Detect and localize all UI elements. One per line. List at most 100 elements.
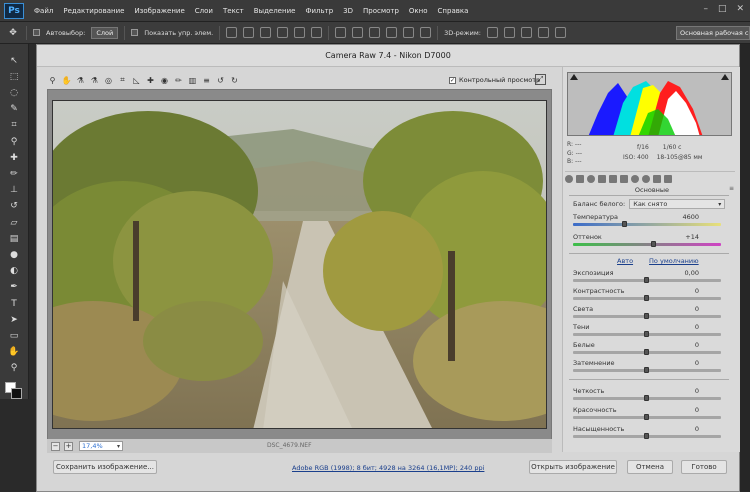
menu-file[interactable]: Файл [34,7,53,15]
menu-image[interactable]: Изображение [134,7,184,15]
workspace-select[interactable]: Основная рабочая среда [676,26,750,40]
slider-thumb[interactable] [644,349,649,355]
preferences-icon[interactable]: ≡ [201,75,212,86]
zoom-tool-icon[interactable]: ⚲ [7,362,21,375]
autoselect-checkbox[interactable] [33,29,40,36]
spot-removal-icon[interactable]: ✚ [145,75,156,86]
menu-select[interactable]: Выделение [254,7,296,15]
cancel-button[interactable]: Отмена [627,460,673,474]
slider-value[interactable]: 0 [695,359,699,367]
zoom-select[interactable]: 17,4% ▾ [79,441,123,451]
slider-value[interactable]: 0 [695,287,699,295]
slider-value[interactable]: 0 [695,387,699,395]
done-button[interactable]: Готово [681,460,727,474]
distribute-right-icon[interactable] [420,27,432,38]
menu-filter[interactable]: Фильтр [305,7,333,15]
graduated-filter-icon[interactable]: ▥ [187,75,198,86]
slider-track[interactable] [573,223,721,226]
hand-icon[interactable]: ✋ [61,75,72,86]
slider-thumb[interactable] [644,295,649,301]
menu-help[interactable]: Справка [438,7,469,15]
slider-thumb[interactable] [644,367,649,373]
path-select-tool-icon[interactable]: ➤ [7,313,21,326]
distribute-bottom-icon[interactable] [369,27,381,38]
slider-thumb[interactable] [644,414,649,420]
maximize-icon[interactable]: □ [718,4,727,14]
slider-value[interactable]: 0 [695,406,699,414]
tab-tone-curve-icon[interactable] [576,174,584,183]
slider-thumb[interactable] [644,331,649,337]
dodge-tool-icon[interactable]: ◐ [7,265,21,278]
slider-value[interactable]: 0 [695,305,699,313]
distribute-left-icon[interactable] [386,27,398,38]
shape-tool-icon[interactable]: ▭ [7,329,21,342]
tab-hsl-icon[interactable] [598,174,606,183]
background-color-swatch[interactable] [11,388,22,400]
color-sampler-icon[interactable]: ⚗ [89,75,100,86]
tab-detail-icon[interactable] [587,174,595,183]
red-eye-icon[interactable]: ◉ [159,75,170,86]
crop-tool-icon[interactable]: ⌗ [7,119,21,132]
3d-slide-icon[interactable] [537,27,549,38]
menu-type[interactable]: Текст [223,7,244,15]
preview-check-icon[interactable]: ✓ [449,76,456,84]
slider-value[interactable]: 0 [695,341,699,349]
history-brush-tool-icon[interactable]: ↺ [7,200,21,213]
tab-lens-corrections-icon[interactable] [620,174,628,183]
targeted-adjustment-icon[interactable]: ◎ [103,75,114,86]
distribute-top-icon[interactable] [335,27,347,38]
slider-thumb[interactable] [644,313,649,319]
tab-snapshots-icon[interactable] [664,174,672,183]
adjustment-brush-icon[interactable]: ✏ [173,75,184,86]
align-left-icon[interactable] [277,27,289,38]
slider-value[interactable]: 0 [695,425,699,433]
align-top-icon[interactable] [226,27,238,38]
default-link[interactable]: По умолчанию [649,257,699,265]
menu-layer[interactable]: Слои [195,7,213,15]
open-image-button[interactable]: Открыть изображение [529,460,617,474]
3d-roll-icon[interactable] [503,27,515,38]
3d-pan-icon[interactable] [520,27,532,38]
autoselect-select[interactable]: Слой [91,26,119,39]
show-controls-checkbox[interactable] [131,29,139,36]
menu-window[interactable]: Окно [409,7,428,15]
slider-thumb[interactable] [651,241,657,247]
align-vcenter-icon[interactable] [243,27,255,38]
rotate-left-icon[interactable]: ↺ [215,75,226,86]
zoom-icon[interactable]: ⚲ [47,75,58,86]
slider-value[interactable]: +14 [685,233,699,241]
slider-thumb[interactable] [644,277,649,283]
lasso-tool-icon[interactable]: ◌ [7,86,21,99]
slider-value[interactable]: 0,00 [685,269,699,277]
straighten-icon[interactable]: ◺ [131,75,142,86]
menu-3d[interactable]: 3D [343,7,353,15]
distribute-hcenter-icon[interactable] [403,27,415,38]
tab-camera-calibration-icon[interactable] [642,174,650,183]
slider-value[interactable]: 0 [695,323,699,331]
rotate-right-icon[interactable]: ↻ [229,75,240,86]
white-balance-icon[interactable]: ⚗ [75,75,86,86]
tab-split-toning-icon[interactable] [609,174,617,183]
workflow-options-link[interactable]: Adobe RGB (1998); 8 бит; 4928 на 3264 (1… [292,464,484,472]
save-image-button[interactable]: Сохранить изображение... [53,460,157,474]
3d-rotate-icon[interactable] [486,27,498,38]
slider-value[interactable]: 4600 [682,213,699,221]
gradient-tool-icon[interactable]: ▤ [7,232,21,245]
auto-link[interactable]: Авто [617,257,633,265]
crop-icon[interactable]: ⌗ [117,75,128,86]
close-icon[interactable]: ✕ [736,4,744,14]
move-tool-icon[interactable]: ✥ [6,26,20,40]
shadow-clipping-icon[interactable] [570,74,578,80]
zoom-in-button[interactable]: + [64,441,73,451]
minimize-icon[interactable]: – [703,4,708,14]
healing-brush-tool-icon[interactable]: ✚ [7,151,21,164]
eraser-tool-icon[interactable]: ▱ [7,216,21,229]
preview-checkbox[interactable]: ✓ Контрольный просмотр [449,76,540,84]
align-right-icon[interactable] [311,27,323,38]
move-tool-icon[interactable]: ↖ [7,54,21,67]
align-hcenter-icon[interactable] [294,27,306,38]
color-swatches[interactable] [5,382,23,400]
brush-tool-icon[interactable]: ✏ [7,167,21,180]
slider-track[interactable] [573,243,721,246]
clone-stamp-tool-icon[interactable]: ⊥ [7,184,21,197]
